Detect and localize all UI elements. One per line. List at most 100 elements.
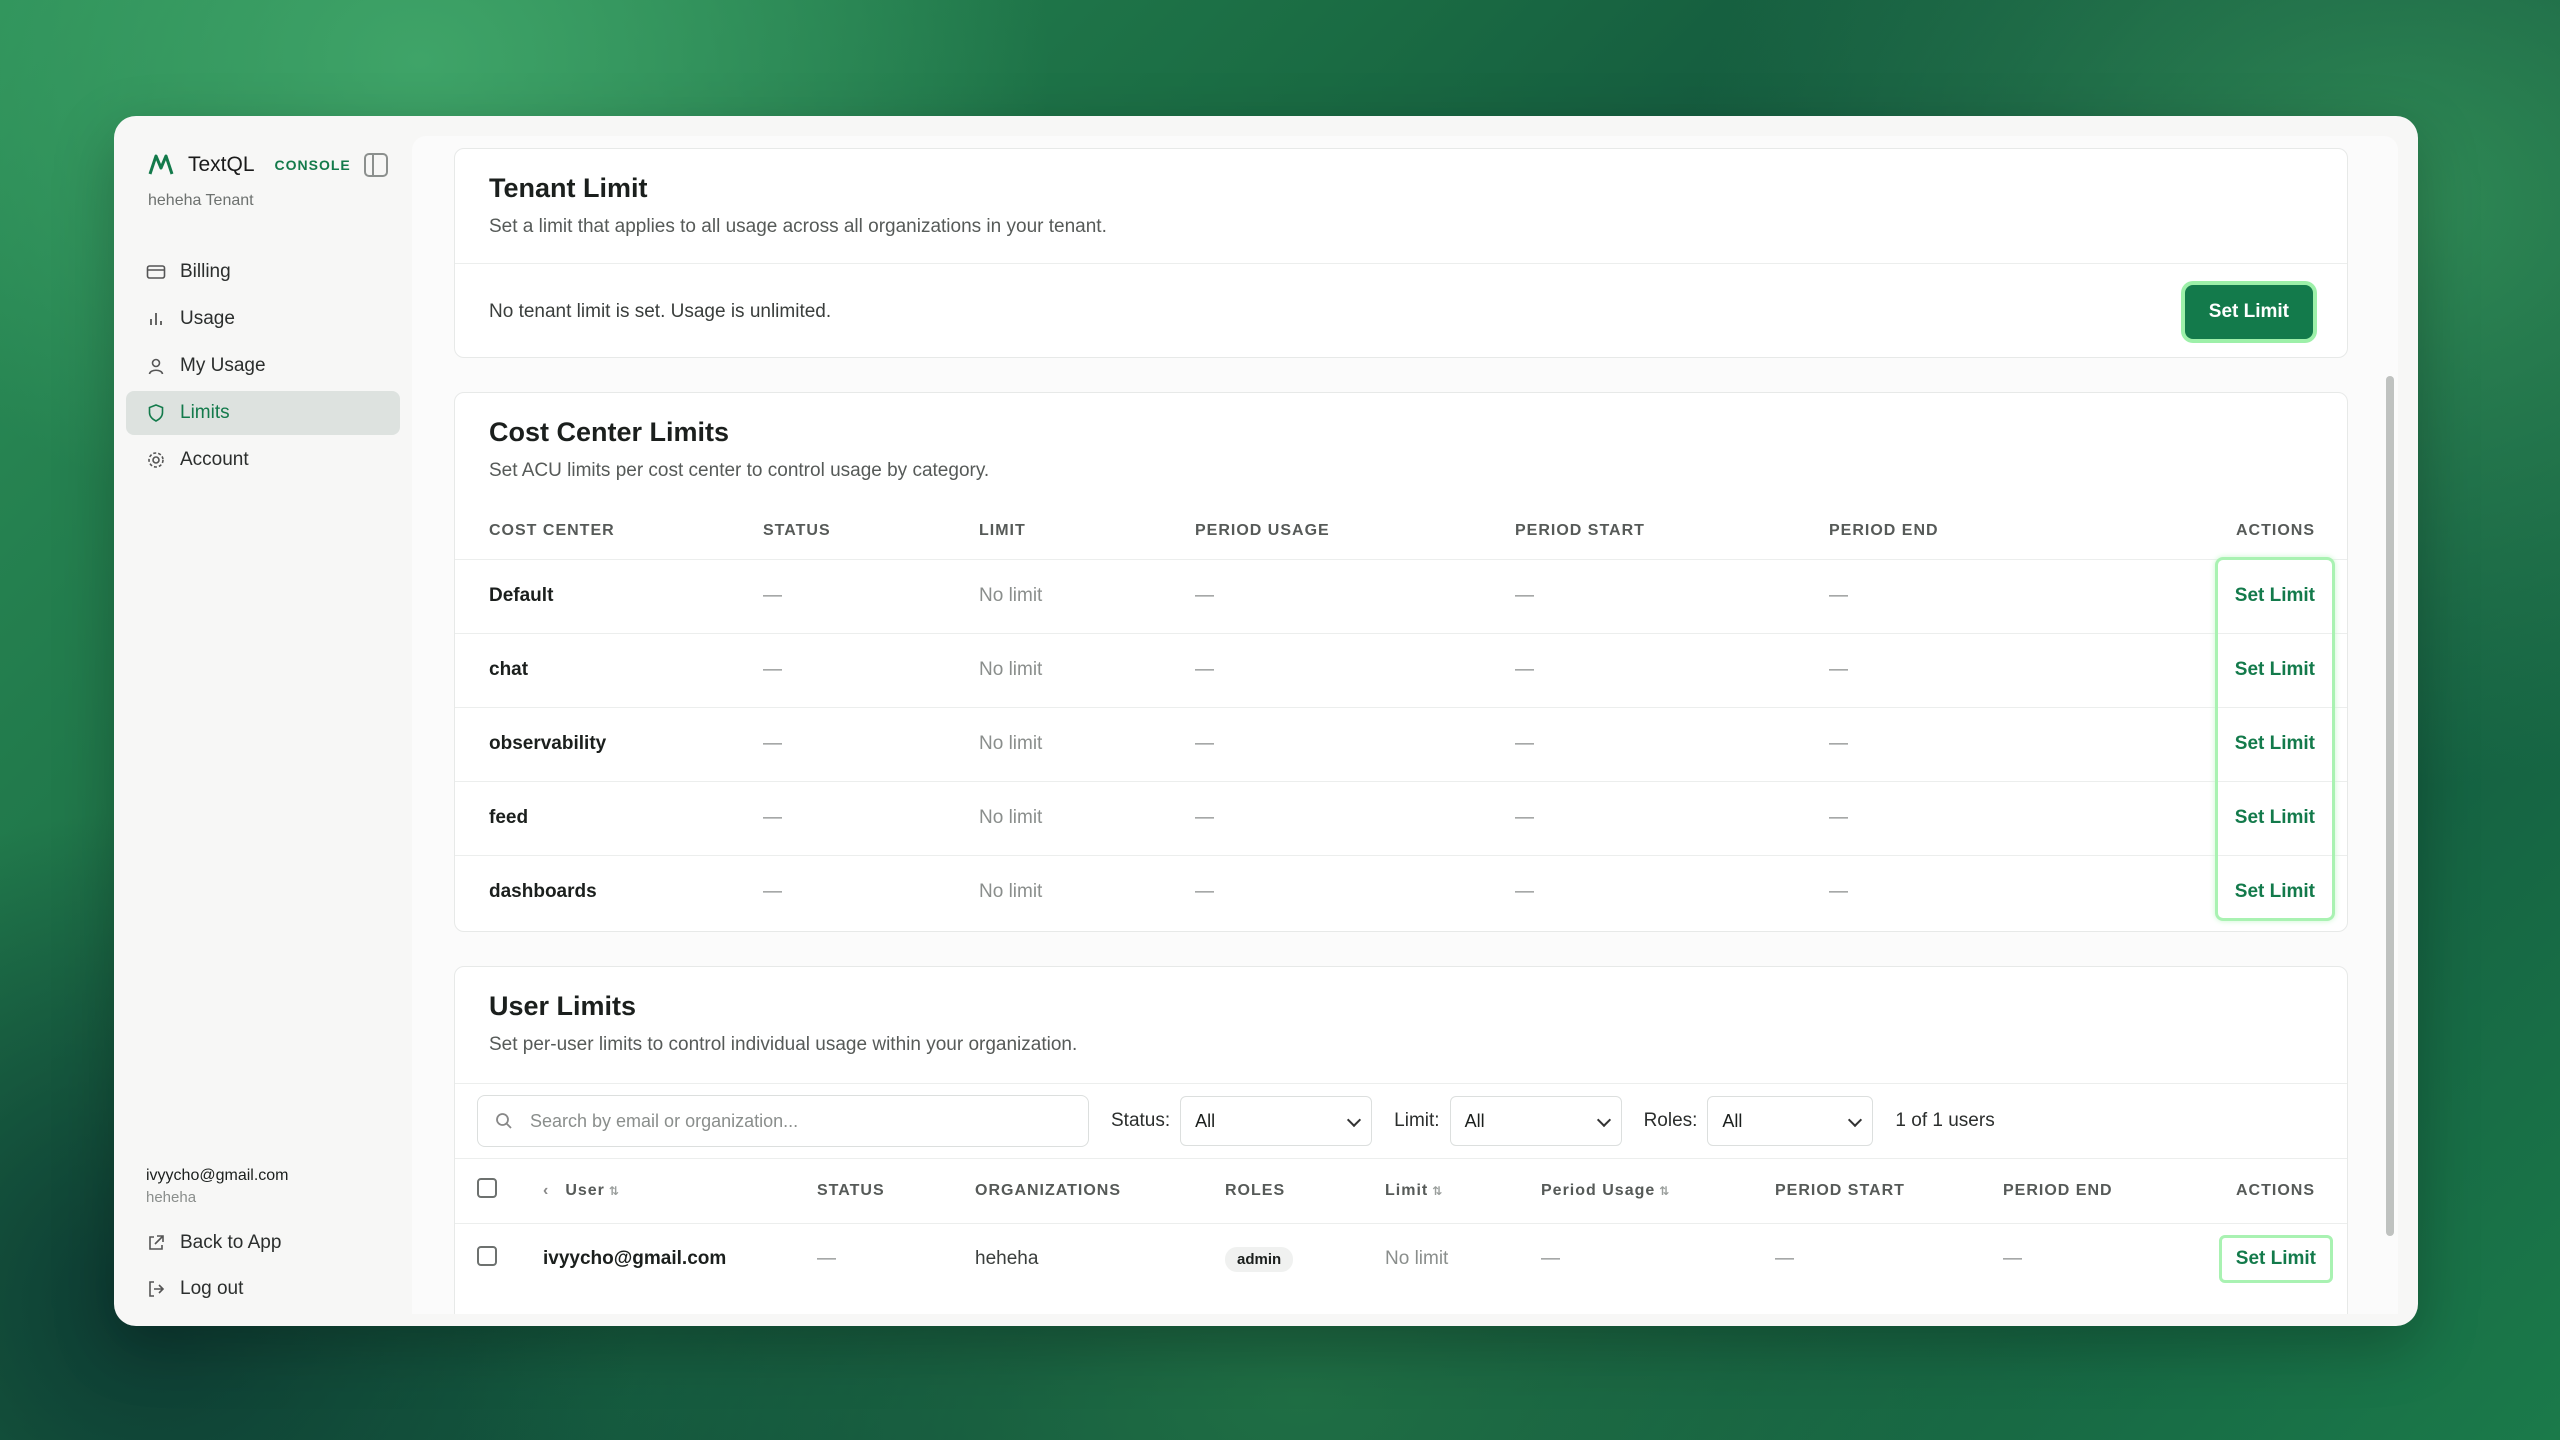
- set-limit-button[interactable]: Set Limit: [2218, 1235, 2333, 1284]
- user-end: —: [2003, 1248, 2022, 1270]
- back-to-app-link[interactable]: Back to App: [126, 1220, 400, 1266]
- sidebar-item-usage[interactable]: Usage: [126, 297, 400, 341]
- cost-center-subtitle: Set ACU limits per cost center to contro…: [489, 460, 990, 481]
- roles-filter-value: All: [1722, 1110, 1743, 1131]
- col-period-usage: PERIOD USAGE: [1195, 503, 1515, 560]
- search-icon: [496, 1113, 512, 1129]
- tenant-limit-status: No tenant limit is set. Usage is unlimit…: [489, 300, 832, 322]
- sidebar-item-label: Billing: [180, 261, 231, 282]
- limit-filter-select[interactable]: All: [1449, 1096, 1622, 1146]
- user-org: heheha: [975, 1248, 1039, 1270]
- shield-icon: [148, 404, 164, 422]
- table-row: observability — No limit — — — Set Limit: [455, 707, 2347, 782]
- table-row: feed — No limit — — — Set Limit: [455, 781, 2347, 856]
- gear-icon: [148, 452, 164, 468]
- set-limit-button[interactable]: Set Limit: [2235, 733, 2315, 754]
- status-filter-select[interactable]: All: [1180, 1096, 1373, 1146]
- table-row: chat — No limit — — — Set Limit: [455, 633, 2347, 708]
- user-icon: [148, 358, 164, 375]
- sort-icon[interactable]: ⇅: [1659, 1184, 1670, 1198]
- col-limit[interactable]: Limit: [1385, 1182, 1428, 1199]
- cost-center-end: —: [1829, 707, 2085, 782]
- collapse-sidebar-icon[interactable]: [364, 153, 388, 177]
- sidebar-item-label: Account: [180, 449, 249, 470]
- sidebar-item-account[interactable]: Account: [126, 438, 400, 482]
- bar-chart-icon: [150, 313, 162, 325]
- credit-card-icon: [146, 265, 166, 279]
- cost-center-limit: No limit: [979, 559, 1195, 634]
- cost-center-status: —: [763, 559, 979, 634]
- main-content: Tenant Limit Set a limit that applies to…: [412, 136, 2398, 1314]
- scrollbar[interactable]: [2386, 376, 2394, 1236]
- cost-center-end: —: [1829, 781, 2085, 856]
- col-period-end: PERIOD END: [2003, 1159, 2162, 1224]
- textql-logo-icon: [148, 154, 174, 175]
- col-period-end: PERIOD END: [1829, 503, 2085, 560]
- cost-center-name: chat: [455, 633, 763, 708]
- set-limit-button[interactable]: Set Limit: [2235, 881, 2315, 902]
- col-actions: ACTIONS: [2084, 503, 2347, 560]
- external-link-icon: [149, 1235, 164, 1250]
- cost-center-name: feed: [455, 781, 763, 856]
- limit-filter-label: Limit:: [1394, 1110, 1440, 1131]
- col-period-start: PERIOD START: [1515, 503, 1829, 560]
- table-row: Default — No limit — — — Set Limit: [455, 559, 2347, 634]
- sort-icon[interactable]: ⇅: [609, 1184, 620, 1198]
- user-limit: No limit: [1385, 1248, 1449, 1270]
- search-placeholder: Search by email or organization...: [530, 1110, 799, 1131]
- cost-center-start: —: [1515, 633, 1829, 708]
- table-row: ivyycho@gmail.com — heheha admin No limi…: [455, 1223, 2347, 1295]
- col-user[interactable]: User: [565, 1182, 605, 1199]
- role-badge: admin: [1225, 1246, 1294, 1272]
- status-filter-label: Status:: [1111, 1110, 1171, 1131]
- chevron-left-icon[interactable]: ‹: [543, 1182, 549, 1199]
- user-email: ivyycho@gmail.com: [543, 1248, 727, 1270]
- cost-center-status: —: [763, 781, 979, 856]
- cost-center-table: COST CENTER STATUS LIMIT PERIOD USAGE PE…: [455, 503, 2347, 929]
- table-header-row: COST CENTER STATUS LIMIT PERIOD USAGE PE…: [455, 503, 2347, 560]
- cost-center-start: —: [1515, 707, 1829, 782]
- user-limits-subtitle: Set per-user limits to control individua…: [489, 1034, 1078, 1055]
- set-limit-button[interactable]: Set Limit: [2235, 659, 2315, 680]
- row-checkbox[interactable]: [477, 1246, 497, 1267]
- select-all-checkbox[interactable]: [477, 1178, 497, 1199]
- tenant-set-limit-button[interactable]: Set Limit: [2184, 284, 2313, 339]
- brand-name: TextQL: [188, 153, 255, 176]
- sidebar-item-my-usage[interactable]: My Usage: [126, 344, 400, 388]
- tenant-limit-title: Tenant Limit: [489, 173, 648, 203]
- cost-center-limit: No limit: [979, 633, 1195, 708]
- sidebar-item-billing[interactable]: Billing: [126, 250, 400, 294]
- cost-center-usage: —: [1195, 633, 1515, 708]
- table-row: dashboards — No limit — — — Set Limit: [455, 855, 2347, 929]
- set-limit-button[interactable]: Set Limit: [2235, 807, 2315, 828]
- sort-icon[interactable]: ⇅: [1432, 1184, 1443, 1198]
- chevron-down-icon: [1848, 1112, 1863, 1128]
- cost-center-limit: No limit: [979, 881, 1043, 903]
- col-cost-center: COST CENTER: [455, 503, 763, 560]
- user-status: —: [817, 1248, 836, 1270]
- cost-center-start: —: [1515, 559, 1829, 634]
- logout-link[interactable]: Log out: [126, 1266, 400, 1312]
- user-limits-card: User Limits Set per-user limits to contr…: [454, 966, 2348, 1314]
- set-limit-button[interactable]: Set Limit: [2235, 585, 2315, 606]
- roles-filter-select[interactable]: All: [1707, 1096, 1874, 1146]
- col-period-usage[interactable]: Period Usage: [1541, 1182, 1655, 1199]
- cost-center-usage: —: [1195, 559, 1515, 634]
- cost-center-end: —: [1829, 633, 2085, 708]
- cost-center-start: —: [1515, 781, 1829, 856]
- cost-center-name: dashboards: [489, 881, 597, 903]
- tenant-limit-subtitle: Set a limit that applies to all usage ac…: [489, 216, 1107, 237]
- sidebar-item-limits[interactable]: Limits: [126, 391, 400, 435]
- tenant-name: heheha Tenant: [148, 192, 254, 209]
- user-filters: Search by email or organization... Statu…: [455, 1083, 2347, 1159]
- search-input[interactable]: Search by email or organization...: [477, 1095, 1089, 1147]
- cost-center-end: —: [1829, 881, 1848, 903]
- sidebar: TextQL CONSOLE heheha Tenant Billing Usa…: [114, 116, 412, 1326]
- cost-center-name: observability: [455, 707, 763, 782]
- col-status: STATUS: [763, 503, 979, 560]
- col-roles: ROLES: [1225, 1159, 1385, 1224]
- cost-center-usage: —: [1195, 781, 1515, 856]
- cost-center-end: —: [1829, 559, 2085, 634]
- chevron-down-icon: [1347, 1112, 1362, 1128]
- limit-filter-value: All: [1464, 1110, 1485, 1131]
